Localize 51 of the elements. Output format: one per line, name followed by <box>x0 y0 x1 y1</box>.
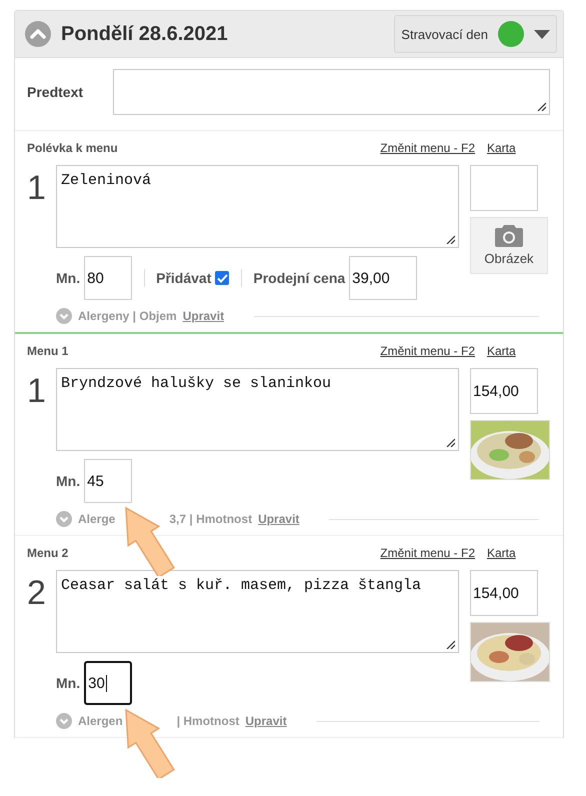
caret-icon <box>534 30 550 38</box>
add-checkbox[interactable] <box>215 271 230 285</box>
day-type-dropdown[interactable]: Stravovací den <box>394 15 557 53</box>
expand-icon[interactable] <box>56 511 72 527</box>
field-label: Predtext <box>27 84 84 100</box>
info-text: | Hmotnost <box>176 714 240 728</box>
info-text: Alergen <box>78 714 123 728</box>
section-title: Menu 2 <box>27 546 70 560</box>
expand-icon[interactable] <box>56 308 72 324</box>
resize-grip-icon[interactable] <box>446 235 455 244</box>
edit-link[interactable]: Upravit <box>258 512 300 526</box>
add-label: Přidávat <box>156 270 212 286</box>
quantity-label: Mn. <box>56 270 80 286</box>
info-text: Alerge <box>78 512 116 526</box>
edit-link[interactable]: Upravit <box>245 714 287 728</box>
resize-grip-icon[interactable] <box>537 102 546 111</box>
predtext-field[interactable] <box>113 69 550 115</box>
menu-number: 1 <box>27 371 47 412</box>
info-text: Alergeny | Objem <box>78 309 177 323</box>
quantity-field[interactable]: 30 <box>84 661 132 705</box>
card-price-field[interactable]: 154,00 <box>470 570 538 616</box>
card-link[interactable]: Karta <box>487 141 551 155</box>
card-link[interactable]: Karta <box>487 344 551 358</box>
change-menu-link[interactable]: Změnit menu - F2 <box>380 546 475 560</box>
dish-field[interactable]: Ceasar salát s kuř. masem, pizza štangla <box>56 570 459 653</box>
price-label: Prodejní cena <box>253 270 346 286</box>
collapse-icon[interactable] <box>25 21 51 47</box>
change-menu-link[interactable]: Změnit menu - F2 <box>380 141 475 155</box>
card-link[interactable]: Karta <box>487 546 551 560</box>
image-button[interactable]: Obrázek <box>470 217 548 274</box>
resize-grip-icon[interactable] <box>446 438 455 447</box>
card-price-field[interactable] <box>470 165 538 211</box>
edit-link[interactable]: Upravit <box>182 309 224 323</box>
section-title: Polévka k menu <box>27 141 119 155</box>
info-text: 3,7 | Hmotnost <box>169 512 252 526</box>
quantity-label: Mn. <box>56 675 80 691</box>
quantity-field[interactable]: 45 <box>84 459 132 503</box>
section-title: Menu 1 <box>27 344 70 358</box>
camera-icon <box>495 225 523 247</box>
dish-field[interactable]: Bryndzové halušky se slaninkou <box>56 368 459 451</box>
menu-number: 2 <box>27 573 47 614</box>
resize-grip-icon[interactable] <box>446 640 455 649</box>
dish-field[interactable]: Zeleninová <box>56 165 459 248</box>
menu-number: 1 <box>27 168 47 209</box>
quantity-field[interactable]: 80 <box>84 256 132 300</box>
change-menu-link[interactable]: Změnit menu - F2 <box>380 344 475 358</box>
price-field[interactable]: 39,00 <box>349 256 418 300</box>
quantity-label: Mn. <box>56 473 80 489</box>
day-title: Pondělí 28.6.2021 <box>61 22 229 46</box>
card-price-field[interactable]: 154,00 <box>470 368 538 414</box>
expand-icon[interactable] <box>56 713 72 729</box>
